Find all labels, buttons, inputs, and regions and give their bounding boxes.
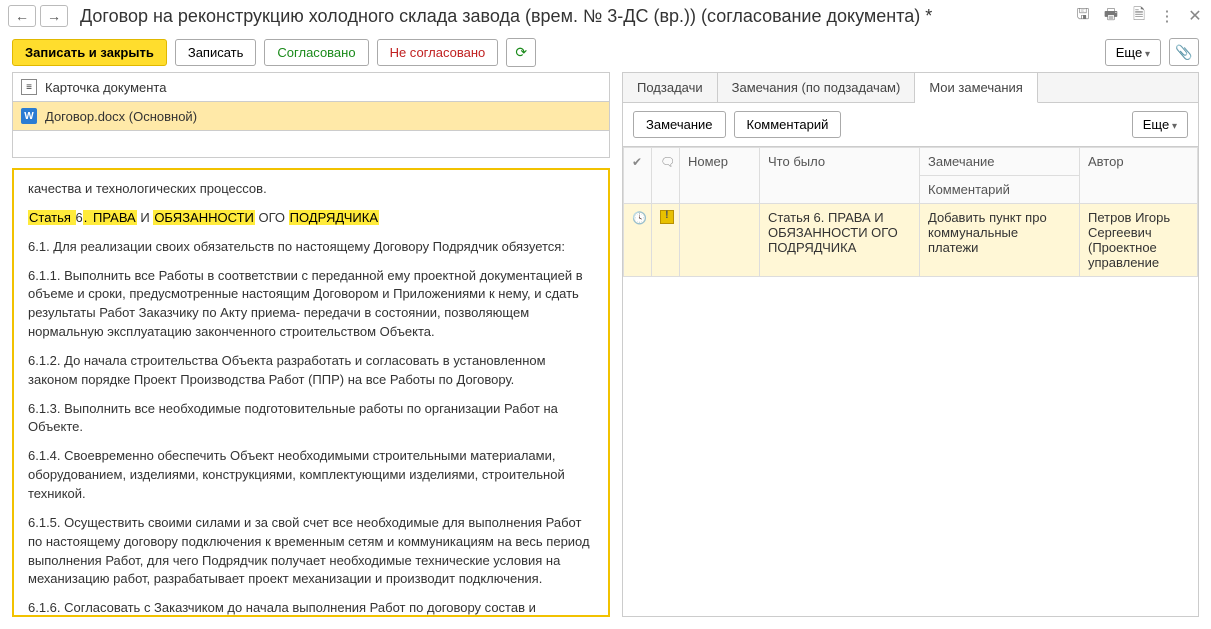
document-preview[interactable]: качества и технологических процессов. Ст…	[14, 170, 608, 615]
nav-forward-button[interactable]: →	[40, 5, 68, 27]
doc-paragraph: 6.1.3. Выполнить все необходимые подгото…	[28, 400, 594, 438]
comment-button[interactable]: Комментарий	[734, 111, 842, 138]
cell-flag	[652, 204, 680, 277]
col-remark: Замечание	[920, 148, 1080, 176]
save-icon[interactable]: 🖫	[1075, 8, 1091, 24]
col-number: Номер	[680, 148, 760, 204]
col-status-icon: ✔	[624, 148, 652, 204]
save-close-button[interactable]: Записать и закрыть	[12, 39, 167, 66]
warning-icon	[660, 210, 674, 224]
empty-row	[12, 130, 610, 158]
doc-paragraph: 6.1.2. До начала строительства Объекта р…	[28, 352, 594, 390]
nav-back-button[interactable]: ←	[8, 5, 36, 27]
clock-icon: 🕓	[632, 211, 647, 225]
tab-my-remarks[interactable]: Мои замечания	[915, 73, 1038, 103]
doc-paragraph: 6.1. Для реализации своих обязательств п…	[28, 238, 594, 257]
cell-was: Статья 6. ПРАВА И ОБЯЗАННОСТИ ОГО ПОДРЯД…	[760, 204, 920, 277]
col-was: Что было	[760, 148, 920, 204]
doc-paragraph: 6.1.1. Выполнить все Работы в соответств…	[28, 267, 594, 342]
tab-subtasks[interactable]: Подзадачи	[623, 73, 718, 102]
approved-button[interactable]: Согласовано	[264, 39, 368, 66]
col-author: Автор	[1080, 148, 1198, 204]
attached-file-row[interactable]: W Договор.docx (Основной)	[12, 101, 610, 130]
table-row[interactable]: 🕓 Статья 6. ПРАВА И ОБЯЗАННОСТИ ОГО ПОДР…	[624, 204, 1198, 277]
cell-number	[680, 204, 760, 277]
cell-author: Петров Игорь Сергеевич (Проектное управл…	[1080, 204, 1198, 277]
attached-file-label: Договор.docx (Основной)	[45, 109, 197, 124]
print-icon[interactable]: 🖶	[1103, 8, 1119, 24]
attachment-icon[interactable]: 📎	[1169, 38, 1199, 66]
document-card-label: Карточка документа	[45, 80, 166, 95]
doc-paragraph: 6.1.6. Согласовать с Заказчиком до начал…	[28, 599, 594, 615]
check-icon: ✔	[632, 155, 642, 169]
right-more-button[interactable]: Еще	[1132, 111, 1188, 138]
document-card-row[interactable]: ≡ Карточка документа	[12, 72, 610, 101]
doc-paragraph: 6.1.4. Своевременно обеспечить Объект не…	[28, 447, 594, 504]
preview-icon[interactable]: 🗎	[1131, 8, 1147, 24]
cell-status: 🕓	[624, 204, 652, 277]
doc-paragraph: 6.1.5. Осуществить своими силами и за св…	[28, 514, 594, 589]
doc-paragraph: качества и технологических процессов.	[28, 180, 594, 199]
not-approved-button[interactable]: Не согласовано	[377, 39, 499, 66]
note-icon: 🗨	[660, 155, 675, 169]
remark-button[interactable]: Замечание	[633, 111, 726, 138]
cell-remark: Добавить пункт про коммунальные платежи	[920, 204, 1080, 277]
remarks-table: ✔ 🗨 Номер Что было Замечание Автор Комме…	[623, 147, 1198, 277]
document-card-icon: ≡	[21, 79, 37, 95]
kebab-icon[interactable]: ⋮	[1159, 8, 1175, 24]
close-icon[interactable]: ✕	[1187, 8, 1203, 24]
refresh-button[interactable]: ⟳	[506, 38, 536, 67]
col-comment: Комментарий	[920, 176, 1080, 204]
window-title: Договор на реконструкцию холодного склад…	[80, 6, 1067, 27]
tab-remarks-subtasks[interactable]: Замечания (по подзадачам)	[718, 73, 916, 102]
more-button[interactable]: Еще	[1105, 39, 1161, 66]
col-flag-icon: 🗨	[652, 148, 680, 204]
save-button[interactable]: Записать	[175, 39, 257, 66]
word-file-icon: W	[21, 108, 37, 124]
doc-heading: Статья 6. ПРАВА И ОБЯЗАННОСТИ ОГО ПОДРЯД…	[28, 209, 594, 228]
